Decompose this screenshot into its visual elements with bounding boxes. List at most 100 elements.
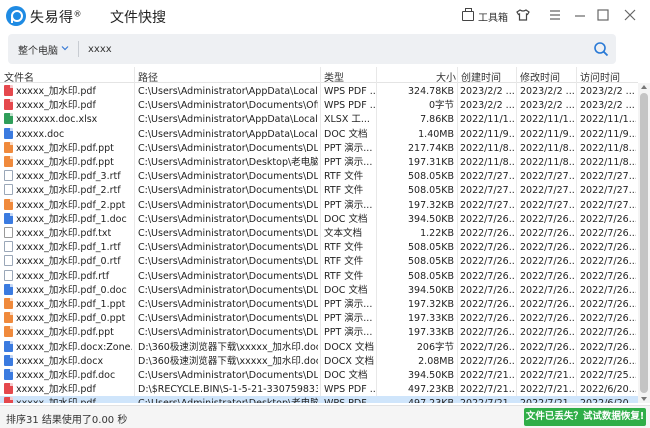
app-logo-icon <box>6 6 26 26</box>
cell-type: WPS PDF ... <box>324 86 376 97</box>
cell-name: xxxxx_加水印.pdf_0.doc <box>16 284 127 296</box>
cell-name: xxxxx_加水印.pdf_2.rtf <box>16 185 121 197</box>
cell-type: PPT 演示... <box>324 327 373 339</box>
table-row[interactable]: xxxxx_加水印.pdf C:\Users\Administrator\AppD… <box>0 84 638 98</box>
cell-accessed: 2022/7/26... <box>580 242 636 254</box>
cell-size: 1.40MB <box>418 128 454 140</box>
table-row[interactable]: xxxxx_加水印.pdf.doc C:\Users\Administrator\… <box>0 368 638 382</box>
cell-type: DOC 文档 <box>324 213 368 225</box>
table-row[interactable]: xxxxx_加水印.pdf_3.rtf C:\Users\Administrato… <box>0 169 638 183</box>
vertical-scrollbar[interactable] <box>638 83 650 403</box>
cell-modified: 2022/11/9... <box>520 128 575 140</box>
chevron-down-icon[interactable] <box>60 43 70 53</box>
cell-type: RTF 文件 <box>324 185 364 197</box>
cell-accessed: 2023/2/2 ... <box>580 100 635 112</box>
cell-size: 206字节 <box>416 341 454 353</box>
maximize-icon[interactable] <box>597 9 611 23</box>
cell-path: C:\Users\Administrator\Documents\Offi... <box>138 100 318 112</box>
cell-created: 2022/7/21... <box>460 370 515 381</box>
table-row[interactable]: xxxxx_加水印.pdf_1.ppt C:\Users\Administrato… <box>0 297 638 311</box>
cell-name: xxxxxxx.doc.xlsx <box>16 114 98 126</box>
cell-modified: 2022/7/27... <box>520 171 575 183</box>
cell-accessed: 2022/7/27... <box>580 185 636 197</box>
scrollbar-thumb[interactable] <box>640 93 648 393</box>
ppt-file-icon <box>4 198 13 210</box>
cell-accessed: 2023/2/2 ... <box>580 86 635 97</box>
search-scope-dropdown[interactable]: 整个电脑 <box>18 42 58 57</box>
results-table: 文件名 路径 类型 大小 创建时间 修改时间 访问时间 xxxxx_加水印.pd… <box>0 67 638 403</box>
cell-size: 0字节 <box>428 100 454 112</box>
minimize-icon[interactable] <box>574 9 588 23</box>
cell-modified: 2022/7/21... <box>520 384 575 396</box>
cell-created: 2022/7/26... <box>460 213 515 225</box>
cell-modified: 2022/7/26... <box>520 284 575 296</box>
menu-icon[interactable] <box>549 9 563 23</box>
cell-name: xxxxx_加水印.pdf_0.rtf <box>16 256 121 268</box>
table-row[interactable]: xxxxx_加水印.pdf.ppt C:\Users\Administrator\… <box>0 325 638 339</box>
table-row[interactable]: xxxxx_加水印.pdf.rtf C:\Users\Administrator\… <box>0 269 638 283</box>
ppt-file-icon <box>4 326 13 338</box>
table-row[interactable]: xxxxx_加水印.pdf_1.rtf C:\Users\Administrato… <box>0 240 638 254</box>
rtf-file-icon <box>4 255 13 267</box>
column-header-size[interactable]: 大小 <box>436 69 456 84</box>
table-row[interactable]: xxxxx_加水印.pdf_0.rtf C:\Users\Administrato… <box>0 254 638 268</box>
cell-type: DOC 文档 <box>324 370 368 381</box>
cell-name: xxxxx_加水印.pdf <box>16 86 96 97</box>
doc-file-icon <box>4 340 13 352</box>
table-row[interactable]: xxxxx_加水印.pdf_2.rtf C:\Users\Administrato… <box>0 183 638 197</box>
cell-name: xxxxx_加水印.pdf.doc <box>16 370 116 381</box>
column-header-path[interactable]: 路径 <box>138 69 158 84</box>
cell-name: xxxxx_加水印.pdf_1.ppt <box>16 299 126 310</box>
cell-accessed: 2022/7/26... <box>580 284 636 296</box>
app-subtitle: 文件快搜 <box>110 10 166 26</box>
cell-size: 508.05KB <box>408 171 454 183</box>
cell-size: 7.86KB <box>420 114 454 126</box>
cell-type: PPT 演示... <box>324 199 373 211</box>
cell-type: WPS PDF ... <box>324 384 376 396</box>
cell-path: D:\360极速浏览器下载\xxxxx_加水印.doc... <box>138 341 318 353</box>
cell-accessed: 2022/11/8... <box>580 142 636 154</box>
pdf-file-icon <box>4 383 13 395</box>
close-icon[interactable] <box>624 9 638 23</box>
table-row[interactable]: xxxxx_加水印.pdf_1.doc C:\Users\Administrato… <box>0 212 638 226</box>
column-header-accessed[interactable]: 访问时间 <box>580 69 620 84</box>
table-row[interactable]: xxxxx_加水印.pdf_0.doc C:\Users\Administrato… <box>0 283 638 297</box>
cell-created: 2023/2/2 ... <box>460 100 515 112</box>
table-row[interactable]: xxxxx_加水印.pdf_2.ppt C:\Users\Administrato… <box>0 198 638 212</box>
cell-created: 2022/11/8... <box>460 142 515 154</box>
column-header-type[interactable]: 类型 <box>324 69 344 84</box>
scroll-down-icon[interactable] <box>641 397 647 401</box>
table-row[interactable]: xxxxx_加水印.pdf.txt C:\Users\Administrator\… <box>0 226 638 240</box>
table-row[interactable]: xxxxx_加水印.pdf C:\Users\Administrator\Docu… <box>0 98 638 112</box>
cell-path: C:\Users\Administrator\Documents\DL... <box>138 242 318 254</box>
search-icon[interactable] <box>593 41 609 57</box>
table-row[interactable]: xxxxx_加水印.docx D:\360极速浏览器下载\xxxxx_加水印.do… <box>0 354 638 368</box>
cell-size: 197.33KB <box>408 313 454 325</box>
table-row[interactable]: xxxxx_加水印.pdf C:\Users\Administrator\Desk… <box>0 396 638 403</box>
table-row[interactable]: xxxxx_加水印.pdf_0.ppt C:\Users\Administrato… <box>0 311 638 325</box>
doc-file-icon <box>4 354 13 366</box>
cell-created: 2022/7/26... <box>460 228 515 239</box>
column-header-created[interactable]: 创建时间 <box>461 69 501 84</box>
cell-path: C:\Users\Administrator\Desktop\老电脑... <box>138 397 318 403</box>
table-row[interactable]: xxxxx_加水印.pdf D:\$RECYCLE.BIN\S-1-5-21-33… <box>0 382 638 396</box>
cell-size: 508.05KB <box>408 270 454 282</box>
data-recovery-button[interactable]: 文件已丢失？试试数据恢复! <box>524 408 646 426</box>
cell-name: xxxxx_加水印.pdf_3.rtf <box>16 171 121 183</box>
cell-size: 197.31KB <box>408 157 454 168</box>
skin-icon[interactable] <box>516 9 530 21</box>
table-row[interactable]: xxxxx_加水印.docx:Zone.I... D:\360极速浏览器下载\xx… <box>0 340 638 354</box>
column-header-modified[interactable]: 修改时间 <box>520 69 560 84</box>
cell-modified: 2022/7/26... <box>520 313 575 325</box>
table-row[interactable]: xxxxxxx.doc.xlsx C:\Users\Administrator\A… <box>0 112 638 126</box>
table-row[interactable]: xxxxx.doc C:\Users\Administrator\AppData\… <box>0 127 638 141</box>
toolbox-button[interactable]: 工具箱 <box>462 8 508 24</box>
search-input[interactable] <box>88 38 568 60</box>
table-row[interactable]: xxxxx_加水印.pdf.ppt C:\Users\Administrator\… <box>0 141 638 155</box>
column-header-name[interactable]: 文件名 <box>4 69 34 84</box>
cell-type: DOCX 文档 <box>324 341 374 353</box>
cell-modified: 2022/7/27... <box>520 199 575 211</box>
table-row[interactable]: xxxxx_加水印.pdf.ppt C:\Users\Administrator\… <box>0 155 638 169</box>
cell-accessed: 2022/7/26... <box>580 270 636 282</box>
scroll-up-icon[interactable] <box>641 85 647 89</box>
